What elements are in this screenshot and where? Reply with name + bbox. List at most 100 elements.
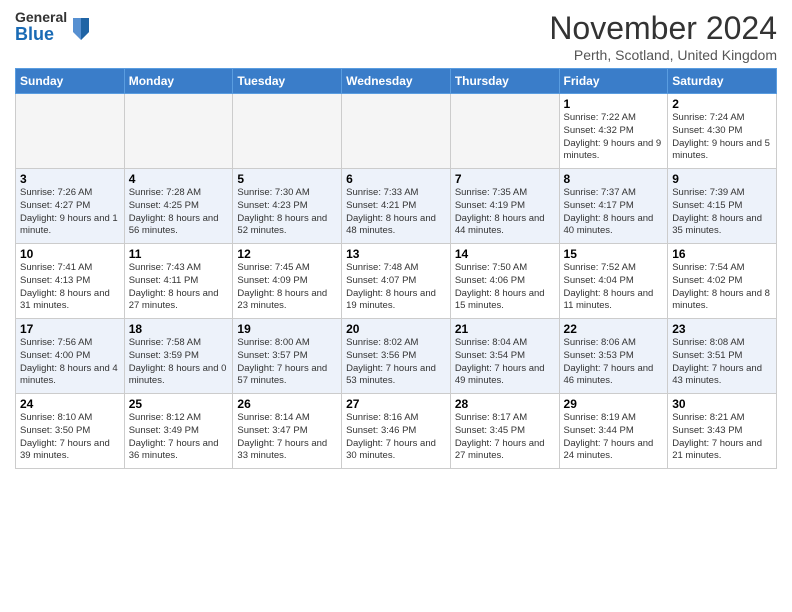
day-info: Sunrise: 8:12 AMSunset: 3:49 PMDaylight:…: [129, 412, 229, 463]
col-thursday: Thursday: [450, 69, 559, 94]
calendar-cell: 19Sunrise: 8:00 AMSunset: 3:57 PMDayligh…: [233, 319, 342, 394]
day-number: 22: [564, 322, 664, 336]
col-tuesday: Tuesday: [233, 69, 342, 94]
day-number: 9: [672, 172, 772, 186]
calendar-cell: [342, 94, 451, 169]
calendar-week-2: 10Sunrise: 7:41 AMSunset: 4:13 PMDayligh…: [16, 244, 777, 319]
day-info: Sunrise: 8:17 AMSunset: 3:45 PMDaylight:…: [455, 412, 555, 463]
day-number: 8: [564, 172, 664, 186]
calendar-table: Sunday Monday Tuesday Wednesday Thursday…: [15, 68, 777, 469]
calendar-week-0: 1Sunrise: 7:22 AMSunset: 4:32 PMDaylight…: [16, 94, 777, 169]
calendar-cell: 9Sunrise: 7:39 AMSunset: 4:15 PMDaylight…: [668, 169, 777, 244]
day-info: Sunrise: 8:08 AMSunset: 3:51 PMDaylight:…: [672, 337, 772, 388]
calendar-cell: 2Sunrise: 7:24 AMSunset: 4:30 PMDaylight…: [668, 94, 777, 169]
calendar-header: Sunday Monday Tuesday Wednesday Thursday…: [16, 69, 777, 94]
day-number: 4: [129, 172, 229, 186]
calendar-cell: 25Sunrise: 8:12 AMSunset: 3:49 PMDayligh…: [124, 394, 233, 469]
calendar-week-3: 17Sunrise: 7:56 AMSunset: 4:00 PMDayligh…: [16, 319, 777, 394]
day-number: 19: [237, 322, 337, 336]
logo-icon: [69, 14, 93, 42]
location: Perth, Scotland, United Kingdom: [549, 47, 777, 63]
day-info: Sunrise: 7:48 AMSunset: 4:07 PMDaylight:…: [346, 262, 446, 313]
day-info: Sunrise: 7:22 AMSunset: 4:32 PMDaylight:…: [564, 112, 664, 163]
day-number: 12: [237, 247, 337, 261]
day-info: Sunrise: 8:16 AMSunset: 3:46 PMDaylight:…: [346, 412, 446, 463]
day-number: 29: [564, 397, 664, 411]
day-info: Sunrise: 8:06 AMSunset: 3:53 PMDaylight:…: [564, 337, 664, 388]
calendar-cell: 11Sunrise: 7:43 AMSunset: 4:11 PMDayligh…: [124, 244, 233, 319]
day-info: Sunrise: 7:45 AMSunset: 4:09 PMDaylight:…: [237, 262, 337, 313]
calendar-cell: 20Sunrise: 8:02 AMSunset: 3:56 PMDayligh…: [342, 319, 451, 394]
calendar-cell: 23Sunrise: 8:08 AMSunset: 3:51 PMDayligh…: [668, 319, 777, 394]
col-sunday: Sunday: [16, 69, 125, 94]
day-info: Sunrise: 7:37 AMSunset: 4:17 PMDaylight:…: [564, 187, 664, 238]
calendar-cell: 7Sunrise: 7:35 AMSunset: 4:19 PMDaylight…: [450, 169, 559, 244]
calendar-cell: 29Sunrise: 8:19 AMSunset: 3:44 PMDayligh…: [559, 394, 668, 469]
day-info: Sunrise: 7:39 AMSunset: 4:15 PMDaylight:…: [672, 187, 772, 238]
calendar-cell: 5Sunrise: 7:30 AMSunset: 4:23 PMDaylight…: [233, 169, 342, 244]
col-friday: Friday: [559, 69, 668, 94]
page-header: General Blue November 2024 Perth, Scotla…: [15, 10, 777, 63]
day-info: Sunrise: 7:50 AMSunset: 4:06 PMDaylight:…: [455, 262, 555, 313]
calendar-cell: 26Sunrise: 8:14 AMSunset: 3:47 PMDayligh…: [233, 394, 342, 469]
day-info: Sunrise: 7:30 AMSunset: 4:23 PMDaylight:…: [237, 187, 337, 238]
calendar-cell: [124, 94, 233, 169]
calendar-week-4: 24Sunrise: 8:10 AMSunset: 3:50 PMDayligh…: [16, 394, 777, 469]
day-info: Sunrise: 8:10 AMSunset: 3:50 PMDaylight:…: [20, 412, 120, 463]
header-row: Sunday Monday Tuesday Wednesday Thursday…: [16, 69, 777, 94]
day-info: Sunrise: 8:21 AMSunset: 3:43 PMDaylight:…: [672, 412, 772, 463]
day-number: 21: [455, 322, 555, 336]
day-info: Sunrise: 7:26 AMSunset: 4:27 PMDaylight:…: [20, 187, 120, 238]
day-number: 24: [20, 397, 120, 411]
calendar-cell: 12Sunrise: 7:45 AMSunset: 4:09 PMDayligh…: [233, 244, 342, 319]
day-number: 17: [20, 322, 120, 336]
day-number: 18: [129, 322, 229, 336]
calendar-cell: 30Sunrise: 8:21 AMSunset: 3:43 PMDayligh…: [668, 394, 777, 469]
col-monday: Monday: [124, 69, 233, 94]
logo-text: General Blue: [15, 10, 67, 45]
day-info: Sunrise: 8:14 AMSunset: 3:47 PMDaylight:…: [237, 412, 337, 463]
day-number: 7: [455, 172, 555, 186]
calendar-cell: 3Sunrise: 7:26 AMSunset: 4:27 PMDaylight…: [16, 169, 125, 244]
calendar-cell: 24Sunrise: 8:10 AMSunset: 3:50 PMDayligh…: [16, 394, 125, 469]
calendar-cell: [233, 94, 342, 169]
day-info: Sunrise: 8:00 AMSunset: 3:57 PMDaylight:…: [237, 337, 337, 388]
day-number: 2: [672, 97, 772, 111]
calendar-cell: 4Sunrise: 7:28 AMSunset: 4:25 PMDaylight…: [124, 169, 233, 244]
col-wednesday: Wednesday: [342, 69, 451, 94]
logo-blue: Blue: [15, 25, 67, 45]
day-info: Sunrise: 8:19 AMSunset: 3:44 PMDaylight:…: [564, 412, 664, 463]
day-number: 30: [672, 397, 772, 411]
day-number: 23: [672, 322, 772, 336]
calendar-cell: 10Sunrise: 7:41 AMSunset: 4:13 PMDayligh…: [16, 244, 125, 319]
day-number: 3: [20, 172, 120, 186]
day-number: 5: [237, 172, 337, 186]
day-number: 6: [346, 172, 446, 186]
calendar-week-1: 3Sunrise: 7:26 AMSunset: 4:27 PMDaylight…: [16, 169, 777, 244]
day-info: Sunrise: 7:58 AMSunset: 3:59 PMDaylight:…: [129, 337, 229, 388]
day-number: 27: [346, 397, 446, 411]
day-number: 25: [129, 397, 229, 411]
day-number: 10: [20, 247, 120, 261]
calendar-cell: 6Sunrise: 7:33 AMSunset: 4:21 PMDaylight…: [342, 169, 451, 244]
calendar-cell: [16, 94, 125, 169]
day-info: Sunrise: 7:33 AMSunset: 4:21 PMDaylight:…: [346, 187, 446, 238]
day-number: 1: [564, 97, 664, 111]
day-info: Sunrise: 7:56 AMSunset: 4:00 PMDaylight:…: [20, 337, 120, 388]
calendar-cell: 22Sunrise: 8:06 AMSunset: 3:53 PMDayligh…: [559, 319, 668, 394]
day-number: 26: [237, 397, 337, 411]
day-info: Sunrise: 7:24 AMSunset: 4:30 PMDaylight:…: [672, 112, 772, 163]
calendar-cell: 27Sunrise: 8:16 AMSunset: 3:46 PMDayligh…: [342, 394, 451, 469]
day-info: Sunrise: 7:41 AMSunset: 4:13 PMDaylight:…: [20, 262, 120, 313]
day-info: Sunrise: 7:52 AMSunset: 4:04 PMDaylight:…: [564, 262, 664, 313]
calendar-cell: 1Sunrise: 7:22 AMSunset: 4:32 PMDaylight…: [559, 94, 668, 169]
day-number: 14: [455, 247, 555, 261]
calendar-cell: 18Sunrise: 7:58 AMSunset: 3:59 PMDayligh…: [124, 319, 233, 394]
logo: General Blue: [15, 10, 93, 45]
day-number: 16: [672, 247, 772, 261]
calendar-cell: 17Sunrise: 7:56 AMSunset: 4:00 PMDayligh…: [16, 319, 125, 394]
col-saturday: Saturday: [668, 69, 777, 94]
calendar-cell: 28Sunrise: 8:17 AMSunset: 3:45 PMDayligh…: [450, 394, 559, 469]
day-info: Sunrise: 7:35 AMSunset: 4:19 PMDaylight:…: [455, 187, 555, 238]
day-number: 11: [129, 247, 229, 261]
